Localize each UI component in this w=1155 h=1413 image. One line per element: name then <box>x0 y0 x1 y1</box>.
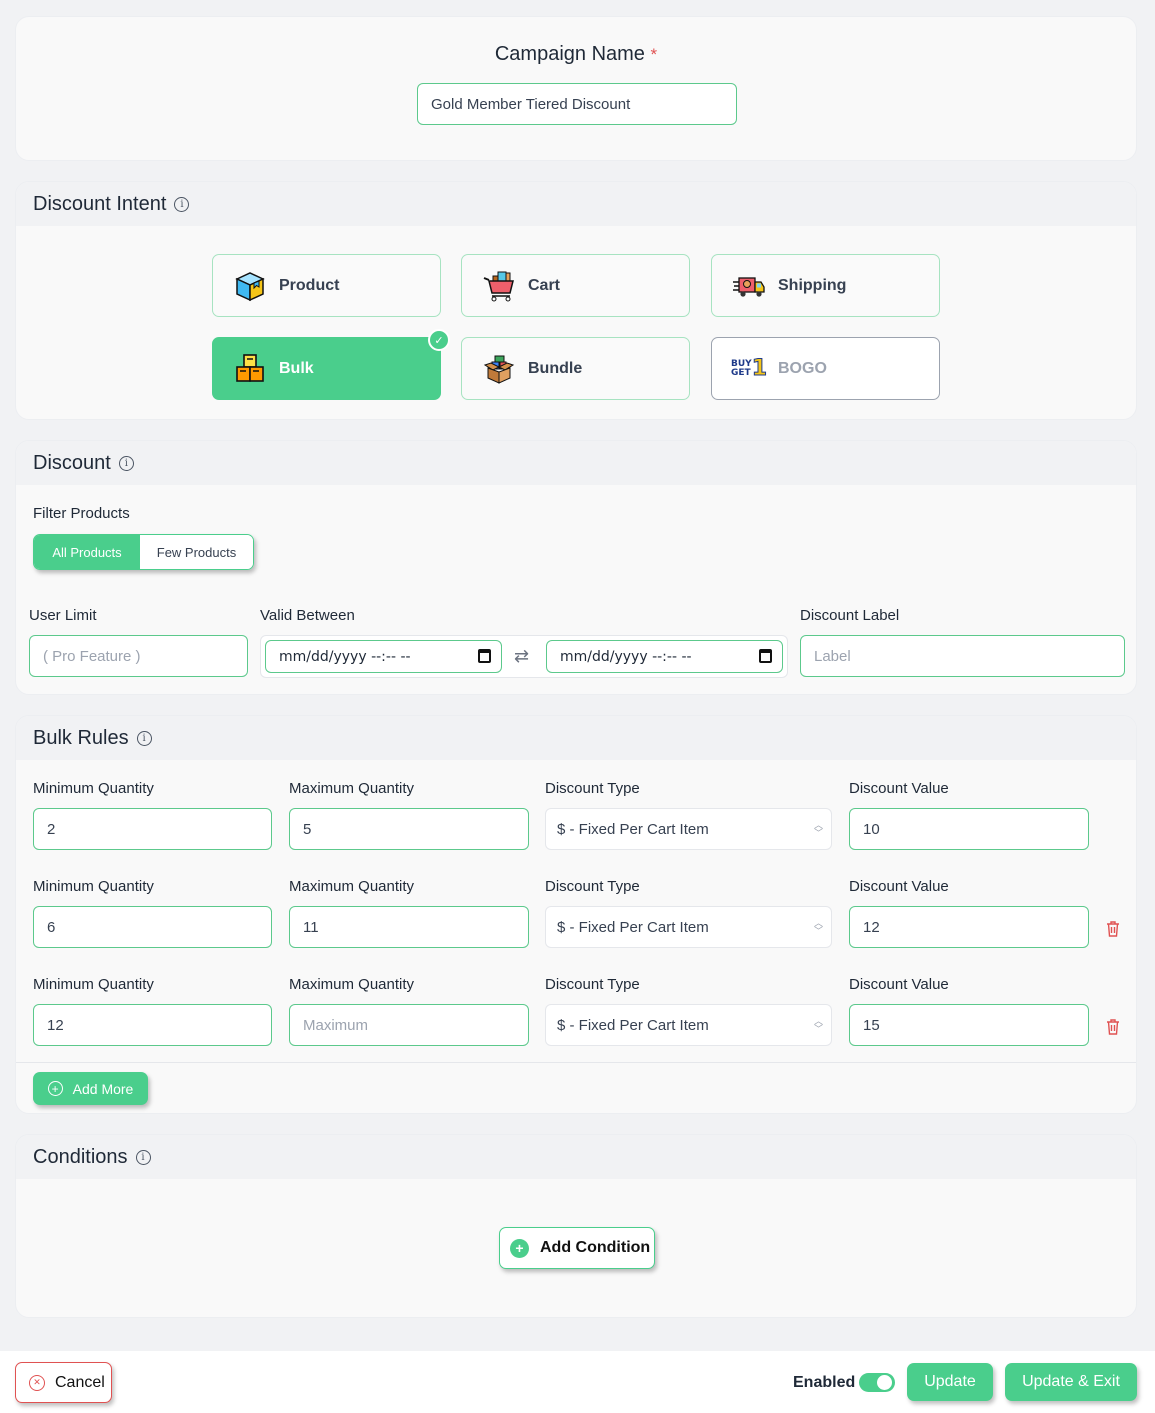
max-quantity-input[interactable]: 11 <box>289 906 529 948</box>
chevron-up-down-icon: ︿ ﹀ <box>813 1016 823 1034</box>
max-quantity-input[interactable]: Maximum <box>289 1004 529 1046</box>
discount-header: Discount i <box>16 441 1136 485</box>
campaign-name-input[interactable]: Gold Member Tiered Discount <box>417 83 737 125</box>
discount-intent-header: Discount Intent i <box>16 182 1136 226</box>
update-exit-button[interactable]: Update & Exit <box>1005 1363 1137 1401</box>
add-condition-button[interactable]: + Add Condition <box>499 1227 655 1269</box>
discount-card: Discount i Filter Products All Products … <box>15 440 1137 695</box>
calendar-icon[interactable] <box>478 649 491 663</box>
filter-all-products[interactable]: All Products <box>34 535 140 569</box>
open-box-icon <box>482 352 516 386</box>
intent-option-cart[interactable]: Cart <box>461 254 690 317</box>
update-button[interactable]: Update <box>907 1363 993 1401</box>
divider <box>16 1062 1136 1063</box>
swap-icon: ⇄ <box>514 646 530 666</box>
plus-circle-icon: + <box>47 1081 63 1096</box>
discount-intent-card: Discount Intent i Product Cart Shipping … <box>15 181 1137 420</box>
chevron-up-down-icon: ︿ ﹀ <box>813 820 823 838</box>
campaign-name-label: Campaign Name * <box>494 43 658 65</box>
intent-option-bundle[interactable]: Bundle <box>461 337 690 400</box>
filter-products-label: Filter Products <box>33 505 130 522</box>
min-quantity-input[interactable]: 6 <box>33 906 272 948</box>
calendar-icon[interactable] <box>759 649 772 663</box>
intent-option-bulk[interactable]: Bulk ✓ <box>212 329 450 400</box>
trash-icon[interactable] <box>1106 1019 1120 1035</box>
filter-products-toggle: All Products Few Products <box>33 534 254 570</box>
min-quantity-input[interactable]: 2 <box>33 808 272 850</box>
discount-value-input[interactable]: 12 <box>849 906 1089 948</box>
add-more-button[interactable]: + Add More <box>33 1072 148 1105</box>
close-circle-icon: ✕ <box>29 1374 45 1391</box>
plus-circle-icon: + <box>510 1238 529 1258</box>
discount-type-select[interactable]: $ - Fixed Per Cart Item ︿ ﹀ <box>545 906 832 948</box>
product-box-icon <box>233 269 267 303</box>
start-date-input[interactable]: mm/dd/yyyy --:-- -- <box>265 640 502 673</box>
campaign-name-card: Campaign Name * Gold Member Tiered Disco… <box>15 16 1137 161</box>
chevron-up-down-icon: ︿ ﹀ <box>813 918 823 936</box>
min-quantity-input[interactable]: 12 <box>33 1004 272 1046</box>
user-limit-label: User Limit <box>29 607 97 624</box>
selected-check-icon: ✓ <box>428 329 450 351</box>
bulk-rules-card: Bulk Rules i Minimum Quantity Maximum Qu… <box>15 715 1137 1114</box>
shopping-cart-icon <box>482 269 516 303</box>
info-icon[interactable]: i <box>136 730 152 746</box>
discount-value-input[interactable]: 10 <box>849 808 1089 850</box>
intent-option-product[interactable]: Product <box>212 254 441 317</box>
bulk-rules-header: Bulk Rules i <box>16 716 1136 760</box>
date-range-group: mm/dd/yyyy --:-- -- ⇄ mm/dd/yyyy --:-- -… <box>260 635 788 678</box>
toggle-knob <box>877 1375 892 1390</box>
info-icon[interactable]: i <box>174 196 190 212</box>
delivery-truck-icon <box>732 269 766 303</box>
discount-label-label: Discount Label <box>800 607 900 624</box>
section-title: Discount Intent <box>33 192 167 215</box>
stacked-boxes-icon <box>233 352 267 386</box>
buy-get-one-icon: BUY GET 1 <box>731 356 768 382</box>
discount-value-input[interactable]: 15 <box>849 1004 1089 1046</box>
section-title: Discount <box>33 451 111 474</box>
discount-type-select[interactable]: $ - Fixed Per Cart Item ︿ ﹀ <box>545 808 832 850</box>
info-icon[interactable]: i <box>135 1149 151 1165</box>
discount-type-select[interactable]: $ - Fixed Per Cart Item ︿ ﹀ <box>545 1004 832 1046</box>
filter-few-products[interactable]: Few Products <box>140 535 253 569</box>
intent-option-shipping[interactable]: Shipping <box>711 254 940 317</box>
enabled-toggle[interactable] <box>859 1373 895 1392</box>
conditions-header: Conditions i <box>16 1135 1136 1179</box>
enabled-label: Enabled <box>793 1374 856 1391</box>
cancel-button[interactable]: ✕ Cancel <box>15 1362 112 1403</box>
end-date-input[interactable]: mm/dd/yyyy --:-- -- <box>546 640 783 673</box>
discount-label-input[interactable]: Label <box>800 635 1125 677</box>
section-title: Bulk Rules <box>33 726 129 749</box>
intent-option-bogo[interactable]: BUY GET 1 BOGO <box>711 337 940 400</box>
required-mark: * <box>650 45 658 64</box>
max-quantity-input[interactable]: 5 <box>289 808 529 850</box>
info-icon[interactable]: i <box>118 455 134 471</box>
section-title: Conditions <box>33 1145 128 1168</box>
user-limit-input[interactable]: ( Pro Feature ) <box>29 635 248 677</box>
trash-icon[interactable] <box>1106 921 1120 937</box>
valid-between-label: Valid Between <box>260 607 355 624</box>
footer-bar: ✕ Cancel Enabled Update Update & Exit <box>0 1351 1155 1413</box>
conditions-card: Conditions i + Add Condition <box>15 1134 1137 1318</box>
